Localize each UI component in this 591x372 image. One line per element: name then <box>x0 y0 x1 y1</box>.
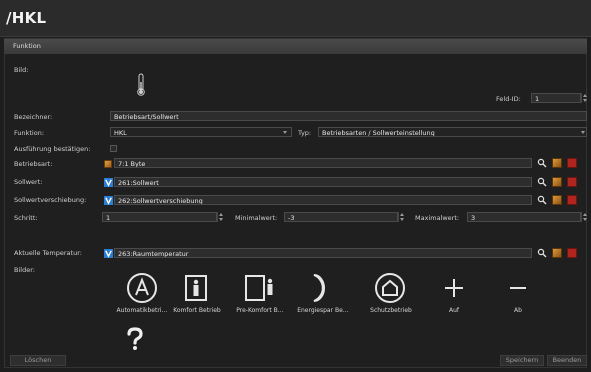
panel-header: Funktion <box>4 39 587 54</box>
maximalwert-input[interactable]: 3 <box>467 212 581 222</box>
pre-comfort-mode-icon[interactable] <box>242 270 278 306</box>
delete-icon[interactable] <box>567 158 577 168</box>
panel-title: Funktion <box>13 42 41 50</box>
typ-label: Typ: <box>298 129 312 137</box>
minimalwert-input[interactable]: -3 <box>284 212 398 222</box>
aktuelle-temperatur-input[interactable]: 263:Raumtemperatur <box>114 248 532 258</box>
thermometer-icon[interactable] <box>136 73 146 97</box>
betriebsart-label: Betriebsart: <box>14 160 53 168</box>
typ-select[interactable]: Betriebsarten / Sollwerteinstellung <box>318 127 587 137</box>
bild-label: Bild: <box>14 66 29 74</box>
schritt-spinner[interactable] <box>217 212 224 222</box>
typ-dropdown-icon[interactable] <box>581 131 585 134</box>
image-label-ab: Ab <box>514 307 522 314</box>
plus-icon[interactable] <box>436 270 472 306</box>
image-label-energy-saving: Energiespar Be… <box>297 307 349 314</box>
energy-saving-mode-icon[interactable] <box>300 270 336 306</box>
sollwertverschiebung-input[interactable]: 262:Sollwertverschiebung <box>114 195 532 205</box>
variable-icon <box>104 249 113 258</box>
delete-icon[interactable] <box>567 177 577 187</box>
feld-id-label: Feld-ID: <box>496 95 521 103</box>
minimalwert-spinner[interactable] <box>398 212 405 222</box>
image-label-protection: Schutzbetrieb <box>370 307 412 314</box>
feld-id-spinner[interactable] <box>581 93 588 103</box>
window-title: /HKL <box>6 9 47 27</box>
funktion-select[interactable]: HKL <box>110 127 292 137</box>
maximalwert-label: Maximalwert: <box>415 214 460 222</box>
object-picker-icon[interactable] <box>552 177 562 187</box>
schritt-input[interactable]: 1 <box>102 212 217 222</box>
image-label-pre-comfort: Pre-Komfort B… <box>236 307 284 314</box>
automatic-mode-icon[interactable] <box>124 270 160 306</box>
minus-icon[interactable] <box>500 270 536 306</box>
maximalwert-spinner[interactable] <box>581 212 588 222</box>
betriebsart-input[interactable]: 7:1 Byte <box>114 158 532 168</box>
sollwertverschiebung-label: Sollwertverschiebung: <box>14 196 87 204</box>
save-button[interactable]: Speichern <box>500 355 544 366</box>
aktuelle-temperatur-label: Aktuelle Temperatur: <box>14 249 82 257</box>
close-button[interactable]: Beenden <box>547 355 587 366</box>
delete-icon[interactable] <box>567 195 577 205</box>
image-label-auf: Auf <box>448 307 460 314</box>
object-box-icon <box>104 160 112 168</box>
ausfuehrung-checkbox[interactable] <box>110 145 117 152</box>
window-titlebar: /HKL <box>0 0 591 37</box>
variable-icon <box>104 196 113 205</box>
delete-button[interactable]: Löschen <box>10 355 66 366</box>
bilder-label: Bilder: <box>14 266 35 274</box>
schritt-label: Schritt: <box>14 214 38 222</box>
object-picker-icon[interactable] <box>552 248 562 258</box>
minimalwert-label: Minimalwert: <box>235 214 278 222</box>
search-icon[interactable] <box>537 195 547 205</box>
protection-mode-icon[interactable] <box>372 270 408 306</box>
bezeichner-input[interactable]: Betriebsart/Sollwert <box>110 111 587 121</box>
sollwert-input[interactable]: 261:Sollwert <box>114 177 532 187</box>
object-picker-icon[interactable] <box>552 158 562 168</box>
bezeichner-label: Bezeichner: <box>14 113 53 121</box>
comfort-mode-icon[interactable] <box>178 270 214 306</box>
variable-icon <box>104 178 113 187</box>
funktion-dropdown-icon[interactable] <box>283 131 287 134</box>
search-icon[interactable] <box>537 177 547 187</box>
object-picker-icon[interactable] <box>552 195 562 205</box>
delete-icon[interactable] <box>567 248 577 258</box>
sollwert-label: Sollwert: <box>14 178 43 186</box>
ausfuehrung-label: Ausführung bestätigen: <box>14 145 91 153</box>
feld-id-input[interactable]: 1 <box>531 93 581 103</box>
search-icon[interactable] <box>537 248 547 258</box>
search-icon[interactable] <box>537 158 547 168</box>
add-image-question-icon[interactable] <box>124 327 146 351</box>
funktion-label: Funktion: <box>14 129 45 137</box>
image-label-comfort: Komfort Betrieb <box>173 307 221 314</box>
